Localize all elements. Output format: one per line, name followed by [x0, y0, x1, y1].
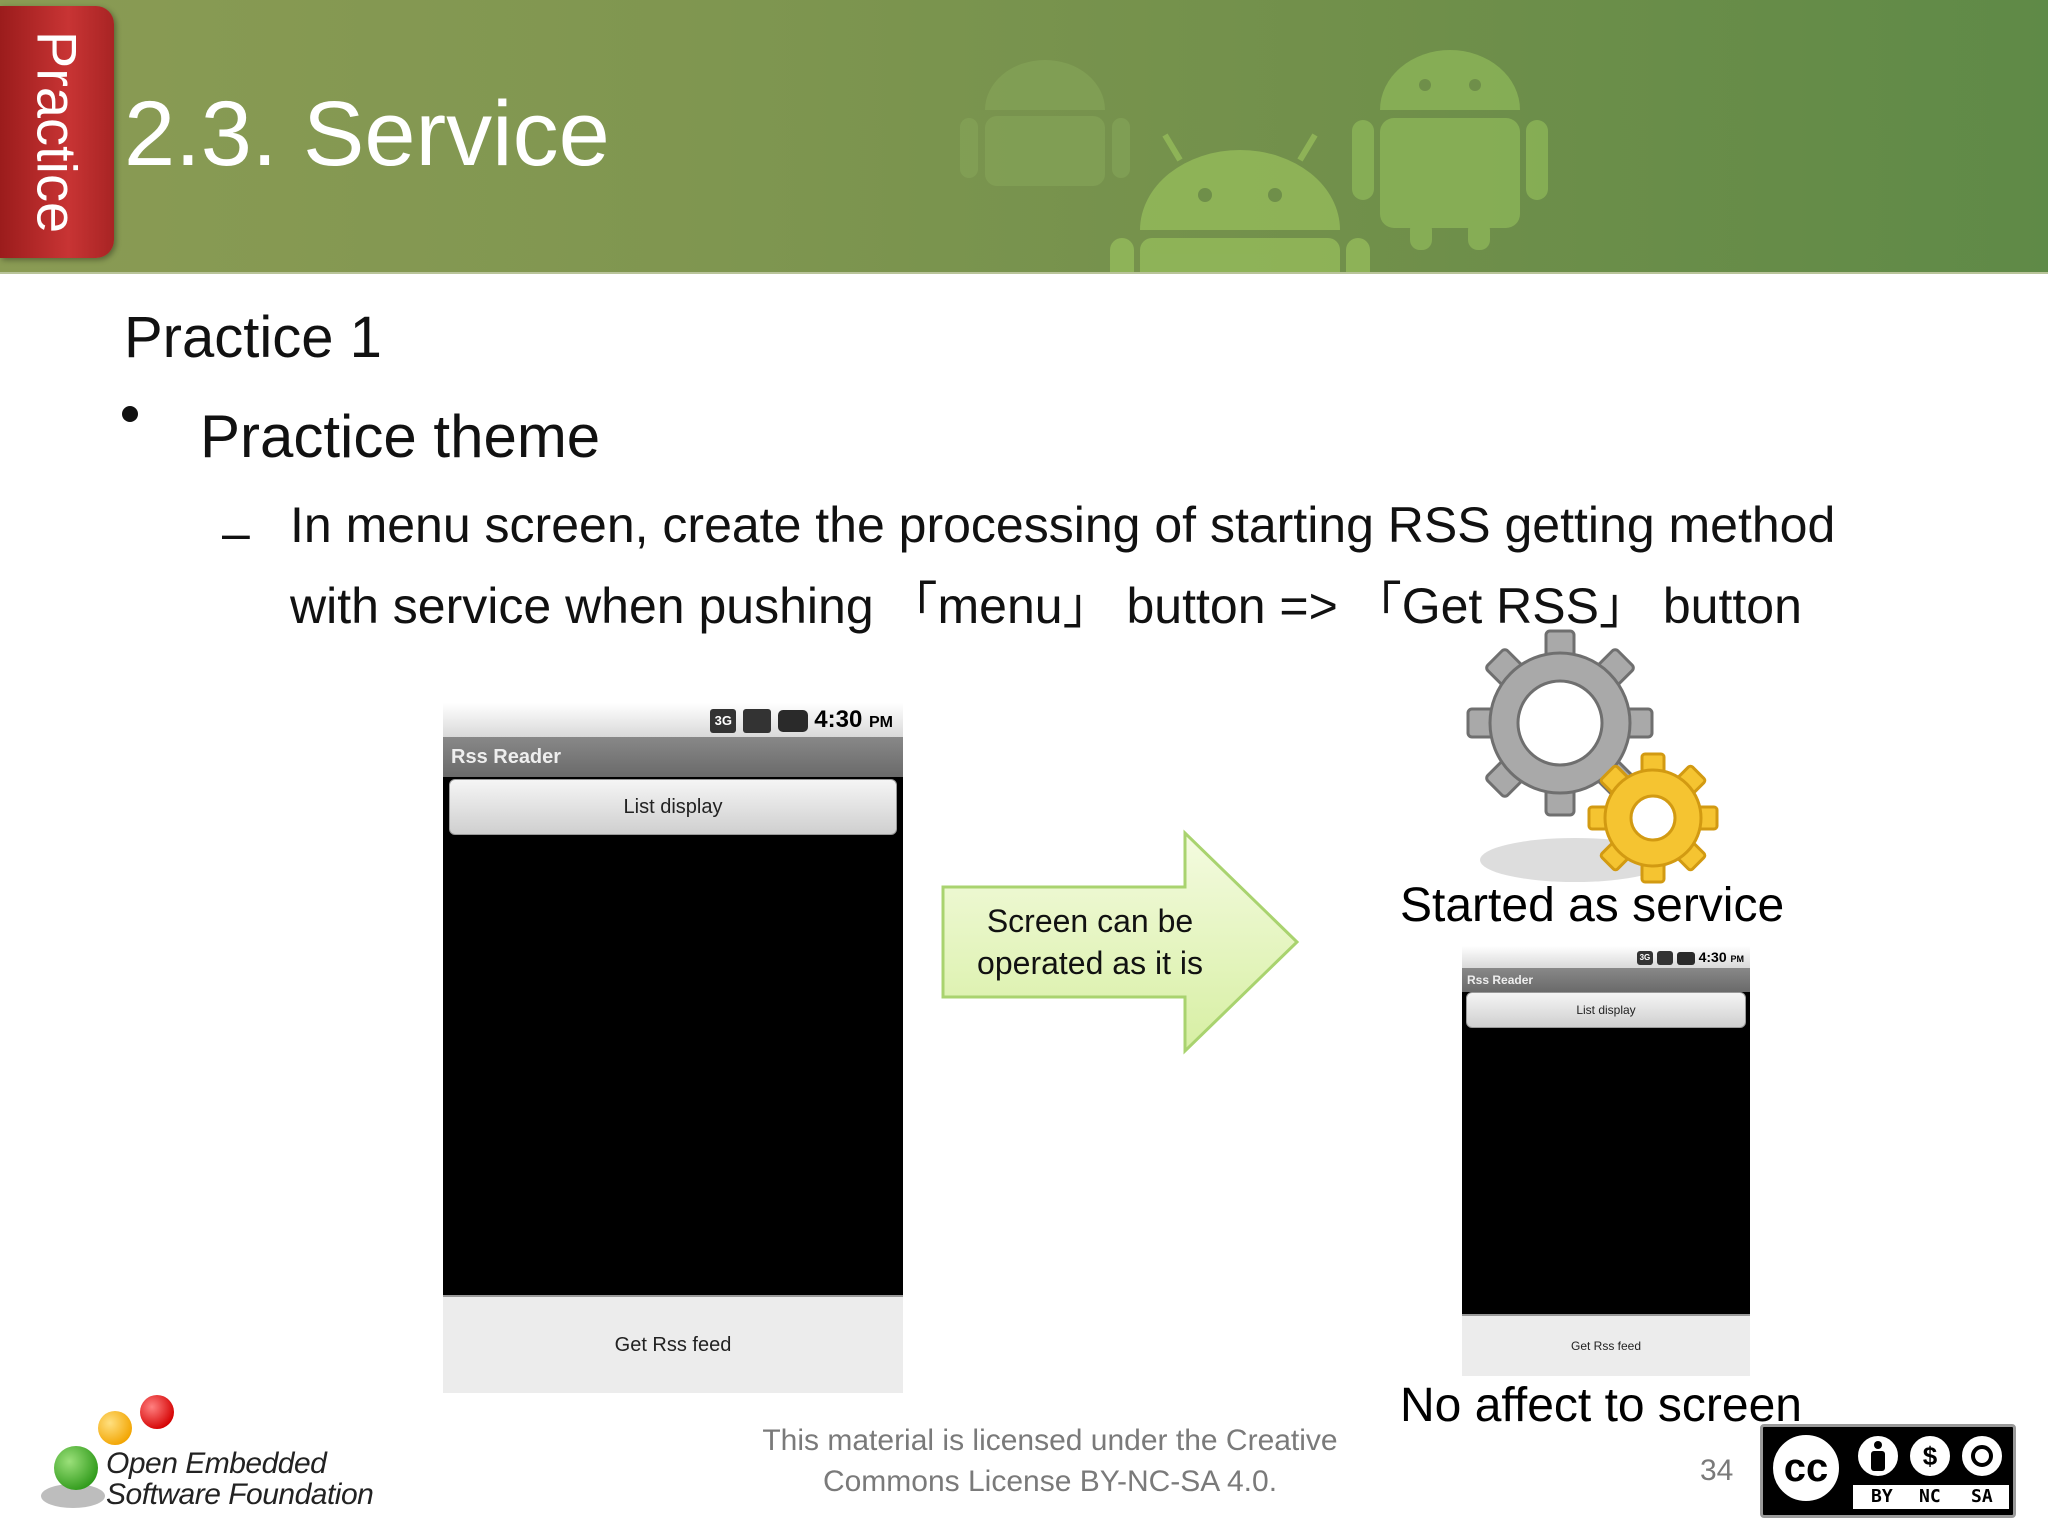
started-as-service-label: Started as service [1400, 879, 1785, 932]
cc-license-badge: cc $ BY NC SA [1760, 1424, 2016, 1518]
section-subtitle: Practice 1 [124, 305, 382, 370]
bullet-dot [122, 406, 138, 422]
gears-icon [1466, 629, 1719, 884]
3g-icon: 3G [710, 708, 737, 733]
organization-name-line-1: Open Embedded [106, 1447, 327, 1480]
signal-icon [1656, 951, 1673, 966]
status-time: 4:30 [814, 706, 863, 733]
status-ampm: PM [1730, 954, 1745, 964]
cc-by-label: BY [1871, 1486, 1893, 1507]
cc-terms: BY NC SA [1853, 1485, 2009, 1509]
status-bar: 3G 4:30 PM [1462, 946, 1750, 968]
android-robot-icon [960, 60, 1130, 186]
license-notice: This material is licensed under the Crea… [700, 1420, 1400, 1502]
sub-bullet-line-1: In menu screen, create the processing of… [290, 497, 1836, 553]
slide-title: 2.3. Service [124, 83, 610, 185]
cc-nc-label: NC [1919, 1486, 1941, 1507]
sa-sharealike-icon [1959, 1433, 2005, 1479]
status-bar: 3G 4:30 PM [443, 703, 903, 737]
arrow-label-line-2: operated as it is [977, 945, 1203, 981]
android-robot-icon [1352, 50, 1548, 250]
page-number: 34 [1700, 1454, 1734, 1487]
license-line-2: Commons License BY-NC-SA 4.0. [822, 1465, 1278, 1498]
phone-screenshot-large: 3G 4:30 PM Rss Reader List display Get R… [443, 703, 903, 1393]
phone-screenshot-small: 3G 4:30 PM Rss Reader List display Get R… [1462, 946, 1750, 1376]
3g-icon: 3G [1636, 951, 1653, 966]
app-titlebar: Rss Reader [443, 737, 903, 777]
get-rss-feed-button[interactable]: Get Rss feed [1462, 1314, 1750, 1376]
android-robot-icon [1110, 133, 1370, 272]
list-display-button[interactable]: List display [449, 779, 897, 835]
cc-icon: cc [1769, 1431, 1843, 1505]
cc-sa-label: SA [1971, 1486, 1993, 1507]
battery-icon [777, 709, 808, 732]
no-affect-label: No affect to screen [1400, 1379, 1802, 1432]
arrow-label: Screen can be operated as it is [960, 900, 1220, 984]
organization-name: Open Embedded Software Foundation [106, 1447, 374, 1511]
nc-noncommercial-icon: $ [1907, 1433, 1953, 1479]
battery-icon [1676, 951, 1695, 965]
license-line-1: This material is licensed under the Crea… [762, 1424, 1338, 1457]
organization-name-line-2: Software Foundation [106, 1478, 374, 1511]
arrow-label-line-1: Screen can be [986, 903, 1194, 939]
signal-icon [742, 708, 771, 733]
list-display-button[interactable]: List display [1466, 992, 1746, 1028]
sub-bullet-dash: – [222, 505, 250, 561]
practice-tab: Practice [0, 6, 114, 258]
practice-tab-label: Practice [25, 30, 89, 234]
status-time: 4:30 [1698, 949, 1727, 965]
get-rss-feed-button[interactable]: Get Rss feed [443, 1295, 903, 1393]
app-titlebar: Rss Reader [1462, 968, 1750, 992]
status-ampm: PM [869, 714, 893, 731]
bullet-text: Practice theme [200, 403, 601, 470]
by-attribution-icon [1855, 1433, 1901, 1479]
